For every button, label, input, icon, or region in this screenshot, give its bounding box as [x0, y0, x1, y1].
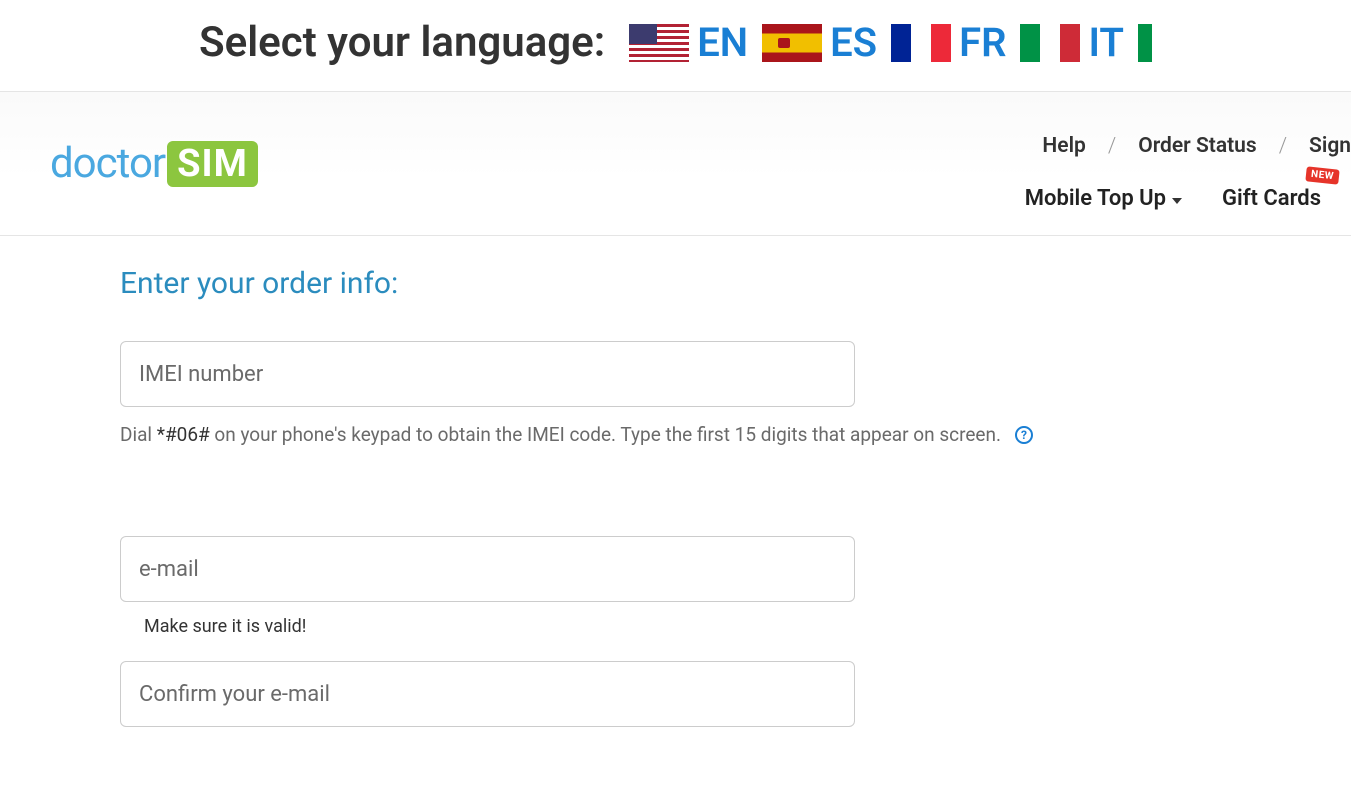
help-icon[interactable]: ? [1015, 426, 1033, 444]
nav-separator: / [1279, 134, 1287, 158]
nav-order-status-link[interactable]: Order Status [1138, 134, 1256, 158]
nav-separator: / [1108, 134, 1116, 158]
flag-it-icon [1020, 24, 1080, 62]
nav-top-row: Help / Order Status / Sign [1042, 116, 1351, 158]
logo-text-sim: SIM [167, 141, 258, 187]
flag-es-icon [762, 24, 822, 62]
chevron-down-icon [1172, 198, 1182, 204]
language-code: EN [697, 19, 748, 66]
email-input[interactable] [120, 536, 855, 602]
nav-mobile-topup-label: Mobile Top Up [1025, 186, 1166, 211]
flag-partial-icon [1138, 24, 1152, 62]
nav-right: Help / Order Status / Sign Mobile Top Up… [1025, 116, 1351, 211]
language-option-en[interactable]: EN [629, 19, 748, 66]
language-bar: Select your language: EN ES FR IT [0, 0, 1351, 92]
confirm-email-input[interactable] [120, 661, 855, 727]
flag-us-icon [629, 24, 689, 62]
imei-hint: Dial *#06# on your phone's keypad to obt… [120, 423, 1280, 446]
language-option-it[interactable]: IT [1020, 19, 1124, 66]
form-title: Enter your order info: [120, 266, 1280, 301]
nav-gift-cards[interactable]: Gift Cards NEW [1222, 186, 1321, 211]
language-option-es[interactable]: ES [762, 19, 877, 66]
nav-mobile-topup[interactable]: Mobile Top Up [1025, 186, 1182, 211]
language-code: FR [959, 19, 1006, 66]
language-bar-title: Select your language: [199, 18, 605, 67]
nav-help-link[interactable]: Help [1042, 134, 1085, 158]
logo[interactable]: doctor SIM [50, 139, 258, 188]
imei-input[interactable] [120, 341, 855, 407]
main-header: doctor SIM Help / Order Status / Sign Mo… [0, 92, 1351, 236]
language-code: ES [830, 19, 877, 66]
language-code: IT [1088, 19, 1124, 66]
flag-fr-icon [891, 24, 951, 62]
nav-gift-cards-label: Gift Cards [1222, 186, 1321, 211]
order-form: Enter your order info: Dial *#06# on you… [50, 236, 1350, 787]
imei-hint-text: Dial *#06# on your phone's keypad to obt… [120, 423, 1001, 446]
nav-bottom-row: Mobile Top Up Gift Cards NEW [1025, 158, 1351, 211]
email-hint: Make sure it is valid! [144, 616, 1280, 637]
logo-text-doctor: doctor [50, 139, 165, 188]
language-option-fr[interactable]: FR [891, 19, 1006, 66]
nav-sign-link[interactable]: Sign [1309, 134, 1351, 158]
new-badge: NEW [1305, 166, 1339, 184]
